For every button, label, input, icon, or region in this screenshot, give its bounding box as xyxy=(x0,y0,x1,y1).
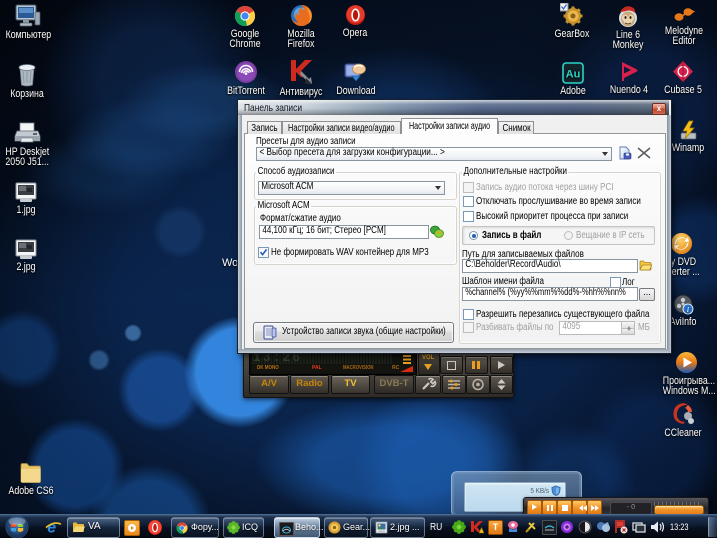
svg-text:e: e xyxy=(47,520,56,537)
svg-text:i: i xyxy=(687,306,689,314)
svg-text:Au: Au xyxy=(566,69,581,81)
